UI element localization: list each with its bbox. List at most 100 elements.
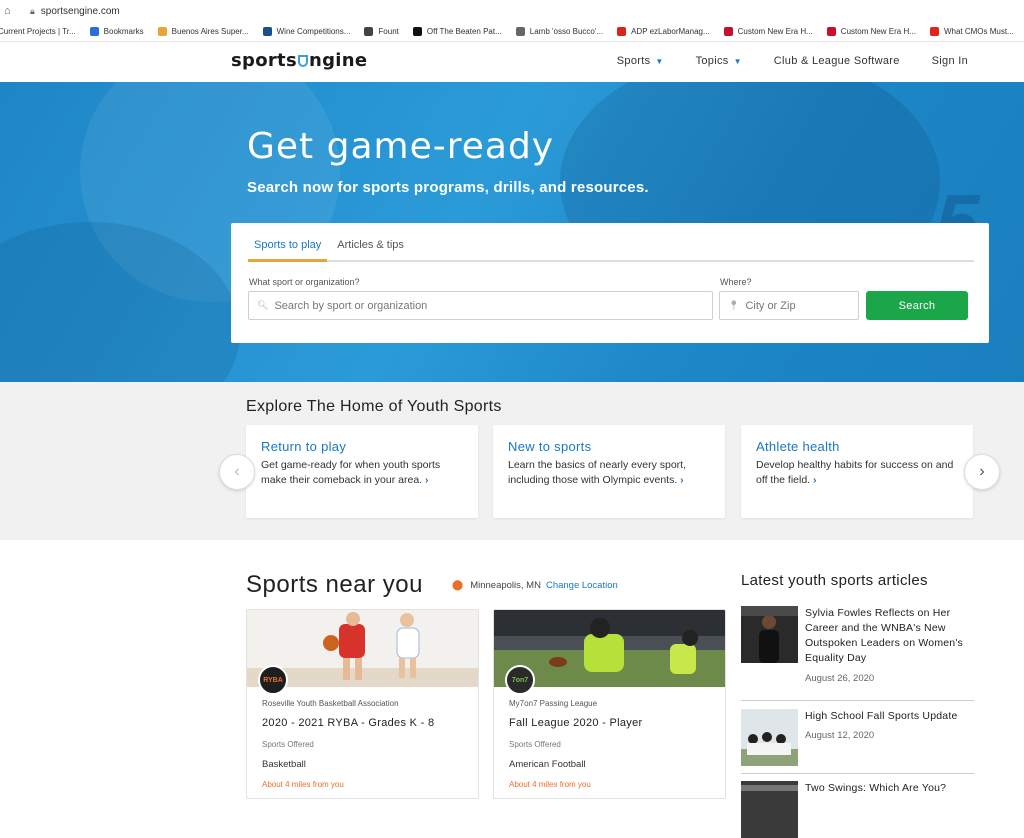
- bookmark-favicon-icon: [617, 27, 627, 36]
- bookmark-favicon-icon: [515, 27, 525, 36]
- bookmark-label: Custom New Era H...: [737, 27, 813, 36]
- search-tabs: Sports to play Articles & tips: [248, 223, 974, 262]
- bookmark-item[interactable]: Lamb 'osso Bucco'...: [515, 27, 604, 36]
- change-location-link[interactable]: Change Location: [546, 580, 618, 591]
- bookmark-item[interactable]: What CMOs Must...: [929, 27, 1014, 36]
- org-name: Roseville Youth Basketball Association: [262, 699, 399, 708]
- bookmark-favicon-icon: [364, 27, 374, 36]
- chevron-right-icon[interactable]: ›: [425, 474, 429, 486]
- bookmark-label: Current Projects | Tr...: [0, 27, 76, 36]
- bookmark-favicon-icon: [89, 27, 99, 36]
- bookmark-label: What CMOs Must...: [943, 27, 1014, 36]
- explore-card-text: Develop healthy habits for success on an…: [756, 459, 954, 486]
- program-card-football[interactable]: 7on7 My7on7 Passing League Fall League 2…: [493, 609, 726, 799]
- sportsengine-logo[interactable]: sports ngine: [231, 50, 367, 71]
- where-label: Where?: [720, 277, 752, 287]
- sport-name: Basketball: [262, 759, 306, 770]
- location-input[interactable]: 📍︎ City or Zip: [719, 291, 859, 320]
- bookmark-favicon-icon: [262, 27, 272, 36]
- program-title: Fall League 2020 - Player: [509, 717, 643, 729]
- article-thumbnail: [741, 606, 798, 663]
- location-pin-icon: 📍︎: [728, 300, 740, 310]
- location-pin-icon: ⬤: [452, 580, 464, 591]
- bookmark-favicon-icon: [826, 27, 836, 36]
- sports-offered-label: Sports Offered: [262, 740, 314, 749]
- bookmark-item[interactable]: Buenos Aires Super...: [157, 27, 249, 36]
- explore-section: Explore The Home of Youth Sports Return …: [0, 382, 1024, 540]
- bookmark-label: Fount: [378, 27, 399, 36]
- program-title: 2020 - 2021 RYBA - Grades K - 8: [262, 717, 435, 729]
- carousel-prev-button[interactable]: ‹: [219, 454, 255, 490]
- nav-sign-in[interactable]: Sign In: [932, 55, 968, 67]
- article-title[interactable]: Sylvia Fowles Reflects on Her Career and…: [805, 606, 975, 666]
- divider: [741, 773, 974, 774]
- home-icon[interactable]: ⌂: [4, 5, 16, 17]
- main-nav: Sports ▼ Topics ▼ Club & League Software S…: [585, 55, 968, 67]
- article-date: August 12, 2020: [805, 730, 875, 741]
- latest-articles-heading: Latest youth sports articles: [741, 572, 928, 589]
- bookmark-item[interactable]: Wine Competitions...: [262, 27, 351, 36]
- article-item[interactable]: Sylvia Fowles Reflects on Her Career and…: [741, 606, 974, 696]
- nav-topics[interactable]: Topics ▼: [696, 55, 742, 67]
- sports-offered-label: Sports Offered: [509, 740, 561, 749]
- sport-name: American Football: [509, 759, 586, 770]
- nav-sports[interactable]: Sports ▼: [617, 55, 664, 67]
- article-item[interactable]: High School Fall Sports Update August 12…: [741, 709, 974, 769]
- bookmark-favicon-icon: [723, 27, 733, 36]
- bookmark-item[interactable]: ADP ezLaborManag...: [617, 27, 710, 36]
- hero-title: Get game-ready: [247, 126, 555, 167]
- article-title[interactable]: Two Swings: Which Are You?: [805, 781, 975, 796]
- sport-search-placeholder: Search by sport or organization: [274, 299, 428, 312]
- search-card: Sports to play Articles & tips What spor…: [231, 223, 989, 343]
- article-item[interactable]: Two Swings: Which Are You?: [741, 781, 975, 838]
- explore-card-text: Get game-ready for when youth sports mak…: [261, 459, 441, 486]
- bookmark-favicon-icon: [157, 27, 167, 36]
- bookmark-item[interactable]: Fount: [364, 27, 399, 36]
- explore-card-new-to-sports[interactable]: New to sports Learn the basics of nearly…: [493, 425, 725, 518]
- bookmark-label: Custom New Era H...: [840, 27, 916, 36]
- org-badge: 7on7: [505, 665, 535, 695]
- org-name: My7on7 Passing League: [509, 699, 598, 708]
- bookmark-item[interactable]: Custom New Era H...: [826, 27, 916, 36]
- explore-card-title: New to sports: [508, 439, 592, 454]
- bookmark-label: Bookmarks: [103, 27, 144, 36]
- current-location: Minneapolis, MN: [470, 580, 541, 591]
- bookmark-item[interactable]: Bookmarks: [89, 27, 144, 36]
- url-text[interactable]: sportsengine.com: [41, 6, 120, 17]
- sport-search-input[interactable]: 🔍︎ Search by sport or organization: [248, 291, 713, 320]
- bookmark-label: Wine Competitions...: [276, 27, 351, 36]
- bookmark-item[interactable]: Off The Beaten Pat...: [412, 27, 502, 36]
- distance: About 4 miles from you: [509, 780, 591, 789]
- carousel-next-button[interactable]: ›: [964, 454, 1000, 490]
- bookmark-item[interactable]: Current Projects | Tr...: [0, 27, 76, 36]
- explore-card-title: Athlete health: [756, 439, 840, 454]
- chevron-down-icon: ▼: [655, 56, 664, 66]
- program-card-basketball[interactable]: RYBA Roseville Youth Basketball Associat…: [246, 609, 479, 799]
- tab-articles-tips[interactable]: Articles & tips: [331, 223, 410, 262]
- chevron-right-icon[interactable]: ›: [813, 474, 817, 486]
- address-bar[interactable]: ⌂ 🔒︎ sportsengine.com: [0, 0, 1024, 22]
- location-row: ⬤ Minneapolis, MN Change Location: [452, 580, 618, 591]
- chevron-down-icon: ▼: [733, 56, 742, 66]
- nav-club-league-software[interactable]: Club & League Software: [774, 55, 900, 67]
- tab-sports-to-play[interactable]: Sports to play: [248, 223, 328, 262]
- explore-card-athlete-health[interactable]: Athlete health Develop healthy habits fo…: [741, 425, 973, 518]
- explore-card-return-to-play[interactable]: Return to play Get game-ready for when y…: [246, 425, 478, 518]
- chevron-right-icon[interactable]: ›: [680, 474, 684, 486]
- chevron-right-icon: ›: [979, 463, 985, 480]
- bookmark-item[interactable]: Custom New Era H...: [723, 27, 813, 36]
- bookmark-label: Buenos Aires Super...: [171, 27, 249, 36]
- sports-near-heading: Sports near you: [246, 571, 423, 598]
- article-title[interactable]: High School Fall Sports Update: [805, 709, 975, 724]
- search-button[interactable]: Search: [866, 291, 968, 320]
- lock-icon[interactable]: 🔒︎: [30, 6, 35, 17]
- bookmark-label: Off The Beaten Pat...: [426, 27, 502, 36]
- article-date: August 26, 2020: [805, 673, 875, 684]
- divider: [741, 700, 974, 701]
- location-placeholder: City or Zip: [745, 299, 796, 312]
- shield-icon: [297, 55, 308, 67]
- bookmark-label: Lamb 'osso Bucco'...: [529, 27, 604, 36]
- bookmarks-bar: Current Projects | Tr... Bookmarks Buenos …: [0, 22, 1024, 42]
- sport-label: What sport or organization?: [249, 277, 360, 287]
- distance: About 4 miles from you: [262, 780, 344, 789]
